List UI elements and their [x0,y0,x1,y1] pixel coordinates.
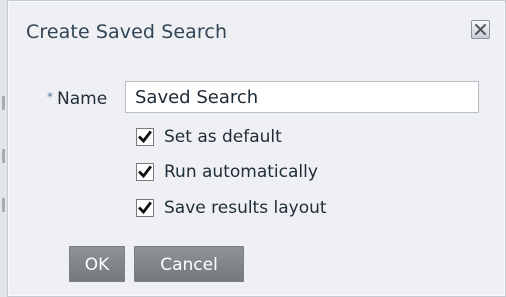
set-as-default-option[interactable]: Set as default [136,124,396,152]
ok-button[interactable]: OK [69,246,125,282]
dialog-buttons: OK Cancel [69,246,249,282]
background-mark [2,198,5,212]
run-automatically-label: Run automatically [164,162,318,182]
name-input[interactable] [125,81,479,113]
checkmark-icon [138,201,152,215]
save-results-layout-checkbox[interactable] [136,199,154,217]
set-as-default-checkbox[interactable] [136,128,154,146]
checkmark-icon [138,165,152,179]
name-row: * Name [8,81,505,115]
run-automatically-checkbox[interactable] [136,163,154,181]
close-icon [475,24,486,35]
set-as-default-label: Set as default [164,127,282,147]
background-mark [2,96,5,110]
dialog-title: Create Saved Search [26,21,228,43]
background-mark [2,149,5,163]
checkmark-icon [138,130,152,144]
dialog-title-bar: Create Saved Search [8,1,505,63]
cancel-button[interactable]: Cancel [134,246,244,282]
name-label: Name [57,89,108,109]
save-results-layout-label: Save results layout [164,198,327,218]
close-button[interactable] [471,20,490,39]
save-results-layout-option[interactable]: Save results layout [136,195,396,223]
create-saved-search-dialog: Create Saved Search * Name Set as defaul… [7,0,506,297]
run-automatically-option[interactable]: Run automatically [136,159,396,187]
required-marker: * [47,90,53,104]
